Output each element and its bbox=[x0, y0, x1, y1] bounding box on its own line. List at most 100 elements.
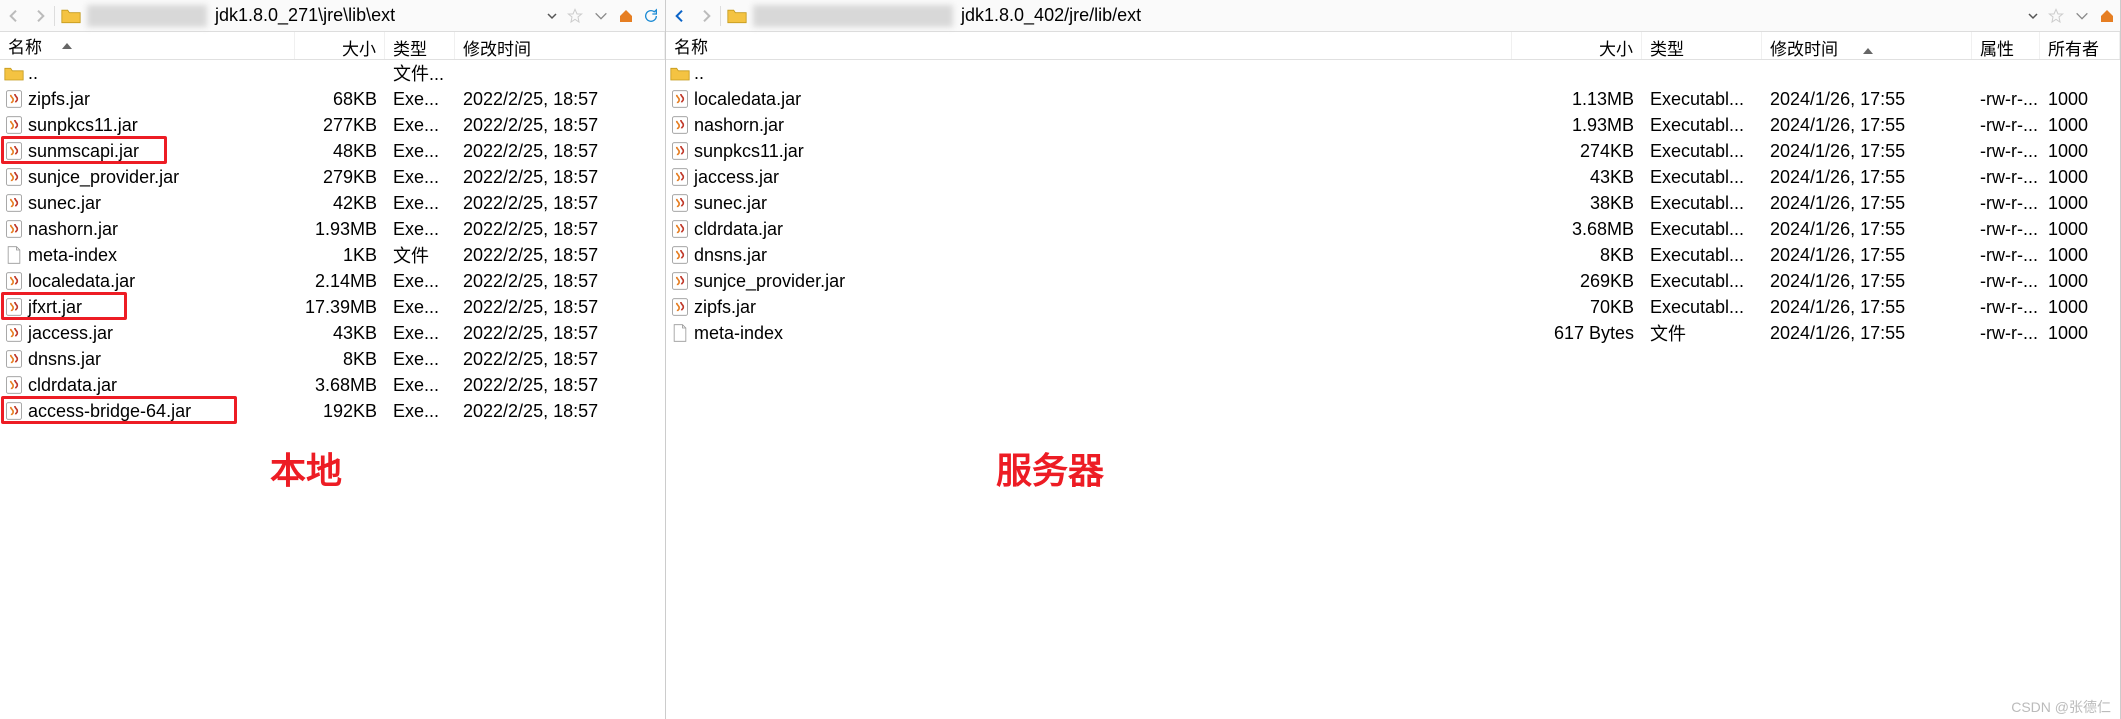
folder-icon bbox=[727, 7, 747, 25]
file-name: jaccess.jar bbox=[28, 323, 113, 344]
table-row[interactable]: sunec.jar42KBExe...2022/2/25, 18:57 bbox=[0, 190, 665, 216]
file-type: Exe... bbox=[385, 167, 455, 188]
table-row[interactable]: localedata.jar1.13MBExecutabl...2024/1/2… bbox=[666, 86, 2120, 112]
file-modified: 2024/1/26, 17:55 bbox=[1762, 297, 1972, 318]
file-type: Executabl... bbox=[1642, 245, 1762, 266]
jar-icon bbox=[4, 115, 24, 135]
nav-back[interactable] bbox=[668, 4, 692, 28]
table-row[interactable]: sunec.jar38KBExecutabl...2024/1/26, 17:5… bbox=[666, 190, 2120, 216]
header-name[interactable]: 名称 bbox=[0, 32, 295, 59]
header-modified[interactable]: 修改时间 bbox=[1762, 32, 1972, 59]
file-owner: 1000 bbox=[2040, 219, 2120, 240]
path-input[interactable]: jdk1.8.0_271\jre\lib\ext bbox=[211, 5, 541, 26]
file-type: Executabl... bbox=[1642, 297, 1762, 318]
table-row[interactable]: .. bbox=[666, 60, 2120, 86]
table-row[interactable]: cldrdata.jar3.68MBExecutabl...2024/1/26,… bbox=[666, 216, 2120, 242]
jar-icon bbox=[670, 245, 690, 265]
file-size: 3.68MB bbox=[1512, 219, 1642, 240]
table-row[interactable]: sunpkcs11.jar277KBExe...2022/2/25, 18:57 bbox=[0, 112, 665, 138]
jar-icon bbox=[4, 401, 24, 421]
file-name: sunmscapi.jar bbox=[28, 141, 139, 162]
jar-icon bbox=[4, 193, 24, 213]
home-icon[interactable] bbox=[615, 5, 637, 27]
file-size: 48KB bbox=[295, 141, 385, 162]
table-row[interactable]: sunpkcs11.jar274KBExecutabl...2024/1/26,… bbox=[666, 138, 2120, 164]
table-row[interactable]: meta-index1KB文件2022/2/25, 18:57 bbox=[0, 242, 665, 268]
nav-forward[interactable] bbox=[28, 4, 52, 28]
table-row[interactable]: jaccess.jar43KBExecutabl...2024/1/26, 17… bbox=[666, 164, 2120, 190]
file-attrs: -rw-r-... bbox=[1972, 271, 2040, 292]
file-list-left[interactable]: ..文件...zipfs.jar68KBExe...2022/2/25, 18:… bbox=[0, 60, 665, 719]
file-type: Exe... bbox=[385, 141, 455, 162]
path-input[interactable]: jdk1.8.0_402/jre/lib/ext bbox=[957, 5, 2022, 26]
jar-icon bbox=[4, 167, 24, 187]
header-size[interactable]: 大小 bbox=[1512, 32, 1642, 59]
table-row[interactable]: sunjce_provider.jar269KBExecutabl...2024… bbox=[666, 268, 2120, 294]
folder-up-icon bbox=[670, 63, 690, 83]
file-name: access-bridge-64.jar bbox=[28, 401, 191, 422]
table-row[interactable]: jfxrt.jar17.39MBExe...2022/2/25, 18:57 bbox=[0, 294, 665, 320]
file-modified: 2024/1/26, 17:55 bbox=[1762, 141, 1972, 162]
jar-icon bbox=[4, 297, 24, 317]
file-size: 279KB bbox=[295, 167, 385, 188]
addressbar-left: jdk1.8.0_271\jre\lib\ext bbox=[0, 0, 665, 32]
file-owner: 1000 bbox=[2040, 297, 2120, 318]
dropdown-icon[interactable] bbox=[589, 4, 613, 28]
path-dropdown[interactable] bbox=[543, 5, 561, 27]
file-name: sunec.jar bbox=[28, 193, 101, 214]
table-row[interactable]: nashorn.jar1.93MBExe...2022/2/25, 18:57 bbox=[0, 216, 665, 242]
table-row[interactable]: nashorn.jar1.93MBExecutabl...2024/1/26, … bbox=[666, 112, 2120, 138]
table-row[interactable]: sunjce_provider.jar279KBExe...2022/2/25,… bbox=[0, 164, 665, 190]
header-name[interactable]: 名称 bbox=[666, 32, 1512, 59]
bookmark-icon[interactable] bbox=[2044, 4, 2068, 28]
path-dropdown[interactable] bbox=[2024, 5, 2042, 27]
table-row[interactable]: zipfs.jar68KBExe...2022/2/25, 18:57 bbox=[0, 86, 665, 112]
refresh-icon[interactable] bbox=[639, 4, 663, 28]
table-row[interactable]: jaccess.jar43KBExe...2022/2/25, 18:57 bbox=[0, 320, 665, 346]
file-name: sunec.jar bbox=[694, 193, 767, 214]
home-icon[interactable] bbox=[2096, 5, 2118, 27]
header-owner[interactable]: 所有者 bbox=[2040, 32, 2120, 59]
file-size: 2.14MB bbox=[295, 271, 385, 292]
file-modified: 2022/2/25, 18:57 bbox=[455, 271, 665, 292]
header-size[interactable]: 大小 bbox=[295, 32, 385, 59]
file-list-right[interactable]: ..localedata.jar1.13MBExecutabl...2024/1… bbox=[666, 60, 2120, 719]
file-size: 3.68MB bbox=[295, 375, 385, 396]
file-modified: 2022/2/25, 18:57 bbox=[455, 349, 665, 370]
header-modified[interactable]: 修改时间 bbox=[455, 32, 665, 59]
remote-pane: jdk1.8.0_402/jre/lib/ext 名称 大小 类型 修改时间 属… bbox=[666, 0, 2121, 719]
table-row[interactable]: access-bridge-64.jar192KBExe...2022/2/25… bbox=[0, 398, 665, 424]
table-row[interactable]: dnsns.jar8KBExe...2022/2/25, 18:57 bbox=[0, 346, 665, 372]
table-row[interactable]: ..文件... bbox=[0, 60, 665, 86]
jar-icon bbox=[4, 89, 24, 109]
table-row[interactable]: cldrdata.jar3.68MBExe...2022/2/25, 18:57 bbox=[0, 372, 665, 398]
file-attrs: -rw-r-... bbox=[1972, 193, 2040, 214]
table-row[interactable]: dnsns.jar8KBExecutabl...2024/1/26, 17:55… bbox=[666, 242, 2120, 268]
bookmark-icon[interactable] bbox=[563, 4, 587, 28]
file-attrs: -rw-r-... bbox=[1972, 297, 2040, 318]
nav-forward[interactable] bbox=[694, 4, 718, 28]
file-modified: 2022/2/25, 18:57 bbox=[455, 115, 665, 136]
table-row[interactable]: meta-index617 Bytes文件2024/1/26, 17:55-rw… bbox=[666, 320, 2120, 346]
table-row[interactable]: sunmscapi.jar48KBExe...2022/2/25, 18:57 bbox=[0, 138, 665, 164]
file-name: sunjce_provider.jar bbox=[694, 271, 845, 292]
header-type[interactable]: 类型 bbox=[385, 32, 455, 59]
file-size: 269KB bbox=[1512, 271, 1642, 292]
table-row[interactable]: localedata.jar2.14MBExe...2022/2/25, 18:… bbox=[0, 268, 665, 294]
nav-back[interactable] bbox=[2, 4, 26, 28]
file-type: Executabl... bbox=[1642, 219, 1762, 240]
file-type: Exe... bbox=[385, 193, 455, 214]
file-name: nashorn.jar bbox=[694, 115, 784, 136]
file-owner: 1000 bbox=[2040, 271, 2120, 292]
pane-label-right: 服务器 bbox=[996, 442, 1104, 494]
file-name: nashorn.jar bbox=[28, 219, 118, 240]
table-row[interactable]: zipfs.jar70KBExecutabl...2024/1/26, 17:5… bbox=[666, 294, 2120, 320]
file-attrs: -rw-r-... bbox=[1972, 89, 2040, 110]
jar-icon bbox=[670, 219, 690, 239]
file-name: zipfs.jar bbox=[28, 89, 90, 110]
header-attrs[interactable]: 属性 bbox=[1972, 32, 2040, 59]
dropdown-icon[interactable] bbox=[2070, 4, 2094, 28]
file-type: Exe... bbox=[385, 271, 455, 292]
jar-icon bbox=[670, 167, 690, 187]
header-type[interactable]: 类型 bbox=[1642, 32, 1762, 59]
